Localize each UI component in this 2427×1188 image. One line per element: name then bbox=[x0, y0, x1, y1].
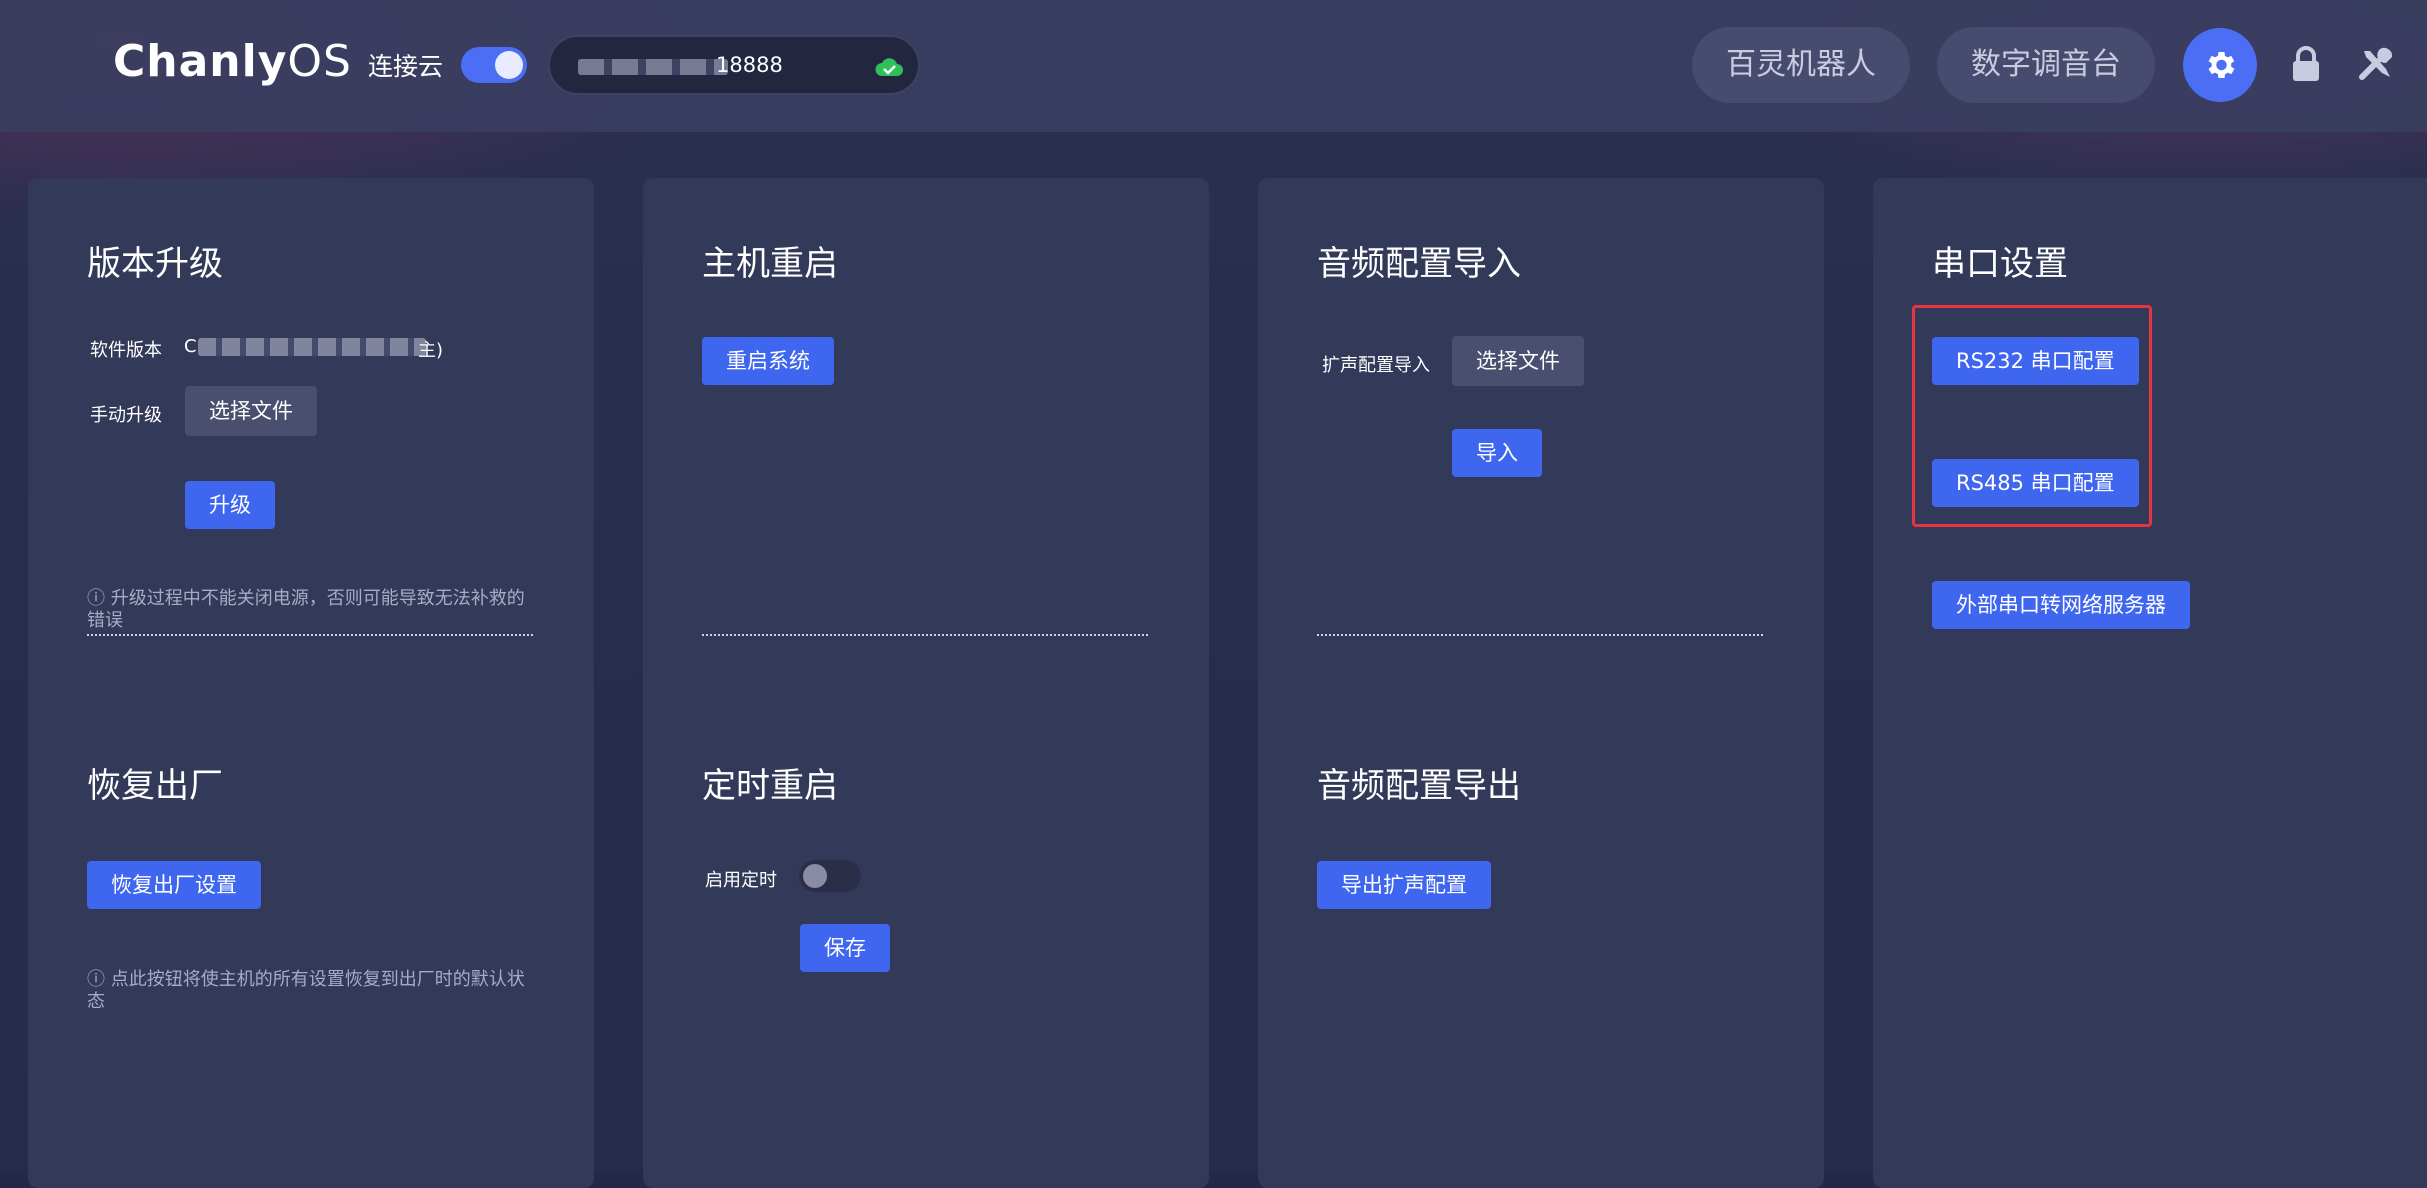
highlight-box bbox=[1912, 305, 2152, 527]
software-version-redacted bbox=[198, 338, 426, 356]
upgrade-button[interactable]: 升级 bbox=[185, 481, 275, 529]
cloud-connect-toggle[interactable] bbox=[461, 47, 527, 83]
schedule-save-button[interactable]: 保存 bbox=[800, 924, 890, 972]
divider bbox=[702, 634, 1148, 636]
gear-icon bbox=[2208, 51, 2235, 79]
software-version-label: 软件版本 bbox=[90, 340, 162, 361]
reboot-system-button[interactable]: 重启系统 bbox=[702, 337, 834, 385]
lock-icon[interactable] bbox=[2290, 45, 2322, 83]
upgrade-title: 版本升级 bbox=[87, 244, 223, 284]
panel-audio-config bbox=[1258, 178, 1824, 1188]
toggle-knob bbox=[803, 864, 827, 888]
factory-reset-button[interactable]: 恢复出厂设置 bbox=[87, 861, 261, 909]
cloud-connect-label: 连接云 bbox=[368, 52, 444, 81]
device-id-redacted bbox=[578, 59, 728, 75]
audio-export-title: 音频配置导出 bbox=[1317, 766, 1521, 806]
software-version-prefix: C bbox=[184, 336, 197, 357]
panel-reboot bbox=[643, 178, 1209, 1188]
audio-import-button[interactable]: 导入 bbox=[1452, 429, 1542, 477]
pill-bailing-robot[interactable]: 百灵机器人 bbox=[1692, 27, 1910, 103]
upgrade-choose-file-button[interactable]: 选择文件 bbox=[185, 386, 317, 436]
external-serial-server-button[interactable]: 外部串口转网络服务器 bbox=[1932, 581, 2190, 629]
pill-digital-mixer[interactable]: 数字调音台 bbox=[1937, 27, 2155, 103]
device-selector[interactable]: 18888 bbox=[548, 35, 920, 95]
manual-upgrade-label: 手动升级 bbox=[90, 405, 162, 426]
cloud-check-icon bbox=[875, 58, 903, 76]
export-speaker-config-button[interactable]: 导出扩声配置 bbox=[1317, 861, 1491, 909]
enable-schedule-toggle[interactable] bbox=[799, 860, 861, 892]
enable-schedule-label: 启用定时 bbox=[705, 870, 777, 891]
divider bbox=[87, 634, 533, 636]
software-version-suffix: 主) bbox=[418, 340, 444, 361]
factory-note: ⓘ 点此按钮将使主机的所有设置恢复到出厂时的默认状态 bbox=[87, 969, 525, 1012]
divider bbox=[1317, 634, 1763, 636]
scheduled-reboot-title: 定时重启 bbox=[702, 766, 838, 806]
reboot-title: 主机重启 bbox=[702, 244, 838, 284]
settings-button[interactable] bbox=[2183, 28, 2257, 102]
factory-title: 恢复出厂 bbox=[87, 766, 223, 806]
device-id-text: 18888 bbox=[716, 53, 783, 77]
top-bar: ChanlyOS 连接云 18888 百灵机器人 数字调音台 bbox=[0, 0, 2427, 132]
audio-import-title: 音频配置导入 bbox=[1317, 244, 1521, 284]
audio-choose-file-button[interactable]: 选择文件 bbox=[1452, 336, 1584, 386]
upgrade-note: ⓘ 升级过程中不能关闭电源，否则可能导致无法补救的错误 bbox=[87, 588, 525, 631]
panel-upgrade-factory bbox=[28, 178, 594, 1188]
toggle-knob bbox=[495, 51, 523, 79]
speaker-import-label: 扩声配置导入 bbox=[1322, 355, 1430, 376]
app-logo: ChanlyOS bbox=[113, 36, 352, 87]
tools-icon[interactable] bbox=[2356, 43, 2396, 83]
serial-title: 串口设置 bbox=[1932, 244, 2068, 284]
